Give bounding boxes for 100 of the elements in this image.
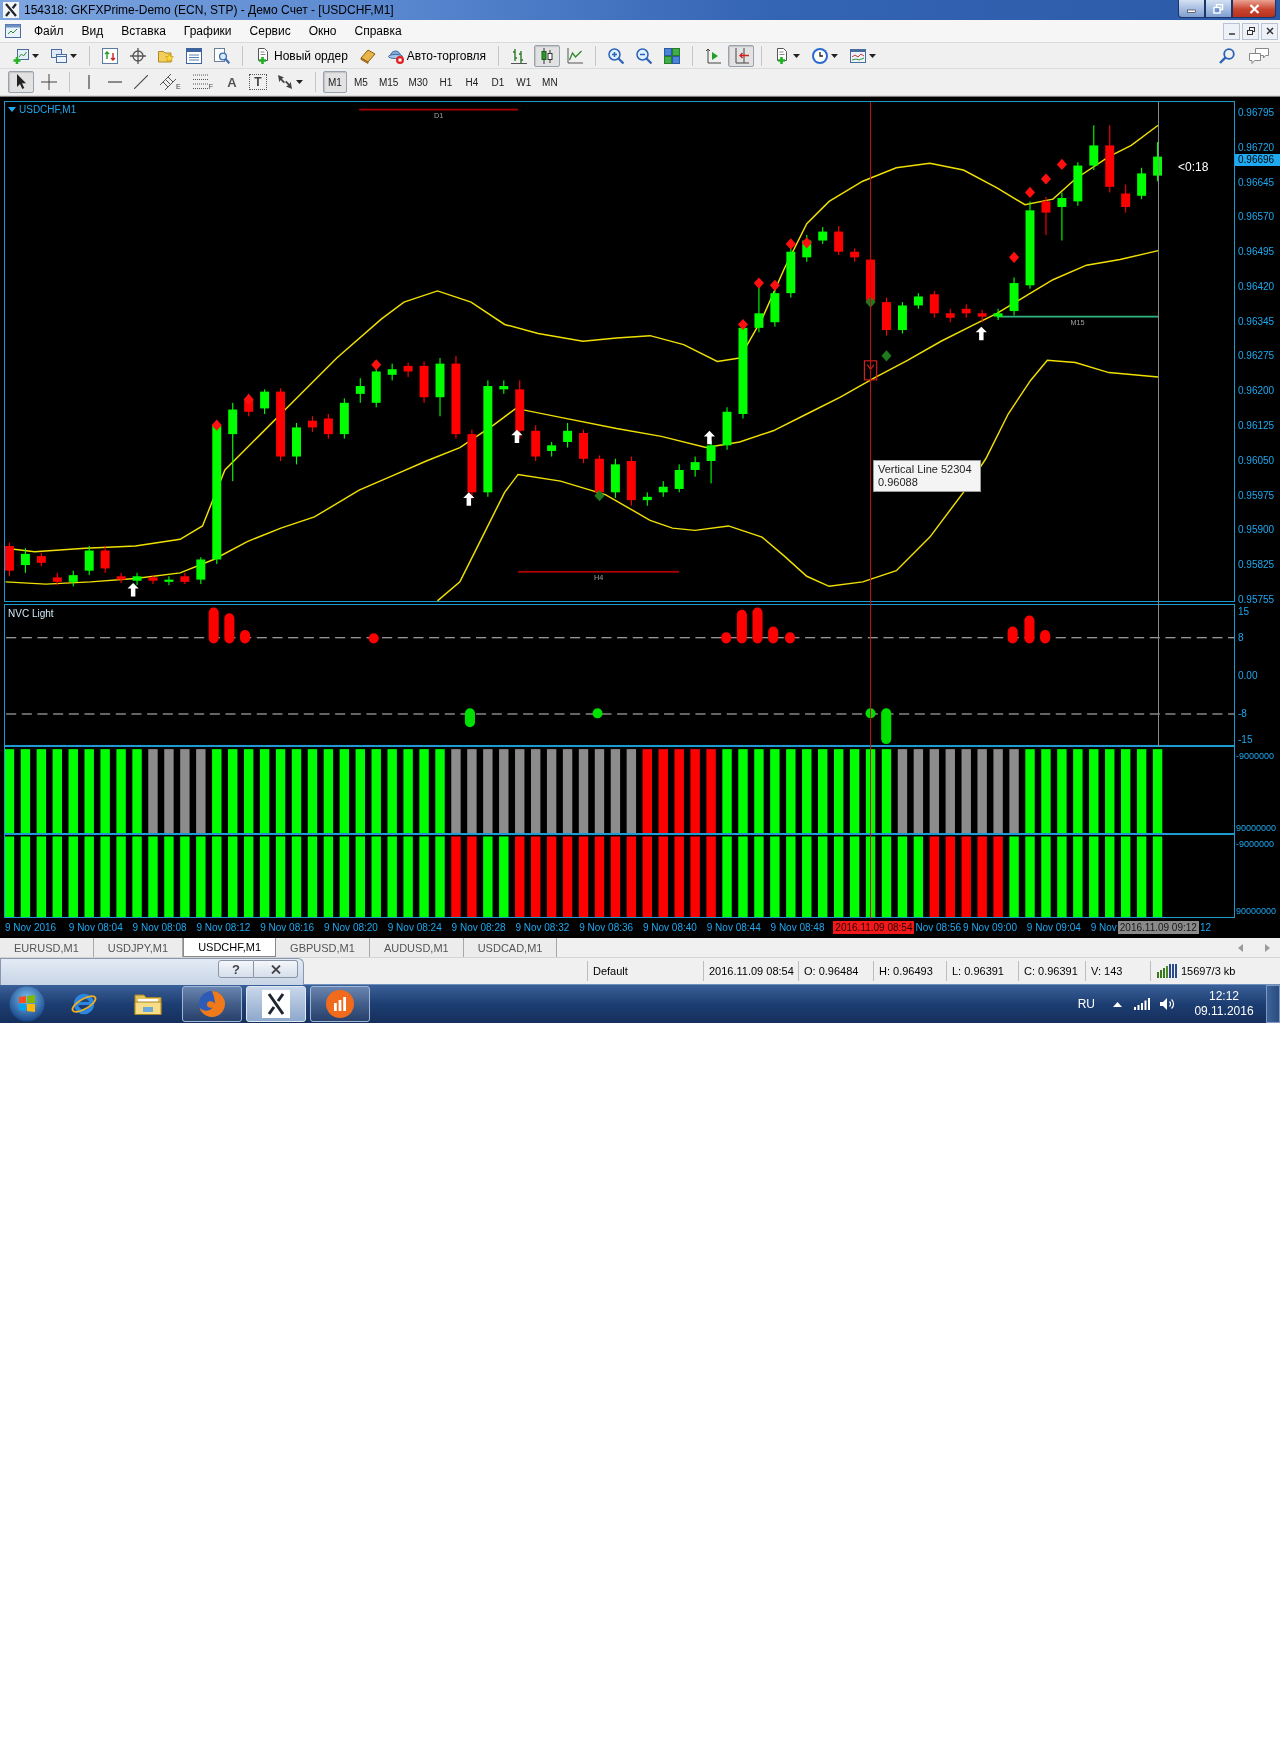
tooltip-title: Vertical Line 52304: [878, 463, 973, 476]
candle: [882, 297, 891, 336]
language-indicator[interactable]: RU: [1077, 997, 1095, 1011]
label-tool-button[interactable]: T: [245, 71, 270, 93]
candle: [674, 464, 684, 493]
axis-shift-icon: [733, 47, 750, 64]
text-tool-button[interactable]: A: [219, 71, 244, 93]
menu-item[interactable]: Вид: [72, 22, 113, 40]
candle: [132, 572, 142, 586]
up-arrow-icon: [463, 492, 475, 506]
chart-tab[interactable]: AUDUSD,M1: [369, 938, 464, 957]
traffic-label: 15697/3 kb: [1181, 964, 1236, 979]
histogram-axis-label: 90000000: [1236, 905, 1277, 917]
diamond-marker-icon: [1009, 251, 1020, 263]
chart-tab[interactable]: USDJPY,M1: [93, 938, 184, 957]
timeframe-button[interactable]: W1: [511, 71, 536, 93]
candle: [164, 576, 174, 586]
ohlc-bars-icon: [511, 47, 528, 64]
status-field: L: 0.96391: [946, 961, 1018, 981]
time-label: 9 Nov: [1089, 920, 1118, 934]
help-button[interactable]: ?: [218, 960, 254, 978]
cross-logo-icon: [262, 990, 290, 1018]
speaker-icon[interactable]: [1160, 998, 1176, 1010]
close-button[interactable]: [254, 960, 298, 978]
document-plus-icon: [255, 47, 271, 64]
axis-play-icon: [705, 47, 722, 64]
taskbar-button[interactable]: [310, 986, 370, 1022]
close-icon: [270, 964, 281, 974]
timeframe-button[interactable]: H1: [433, 71, 458, 93]
time-label: 12: [1198, 920, 1212, 934]
diamond-marker-icon: [243, 393, 254, 406]
order-marker-icon: [863, 360, 878, 381]
signal-bar: [464, 708, 475, 728]
signal-bar: [592, 708, 603, 719]
new-order-button[interactable]: Новый ордер: [250, 44, 353, 67]
candle: [52, 572, 62, 586]
globe-icon: [198, 990, 226, 1018]
signal-bar: [1007, 626, 1018, 644]
cursor-tool-button[interactable]: [8, 71, 34, 93]
menu-item[interactable]: Графики: [174, 22, 241, 40]
document-chart-icon: [5, 23, 21, 39]
up-caret-icon[interactable]: [1113, 1001, 1122, 1007]
diamond-marker-icon: [737, 318, 748, 331]
signal-bar: [768, 626, 779, 644]
menu-item[interactable]: Вставка: [112, 22, 175, 40]
signal-bars-icon[interactable]: [1134, 998, 1150, 1010]
timeframe-button[interactable]: M1: [322, 71, 347, 93]
candle: [563, 422, 573, 448]
candle: [1009, 277, 1019, 316]
price-label: 0.96795: [1238, 107, 1275, 119]
chart-tab[interactable]: EURUSD,M1: [0, 938, 94, 957]
chart-tab[interactable]: GBPUSD,M1: [276, 938, 370, 957]
candle: [419, 361, 429, 403]
candle: [116, 572, 126, 583]
time-label: 9 Nov 08:08: [131, 920, 188, 934]
signal-bar: [736, 609, 747, 644]
windows-stack-icon: [51, 47, 67, 64]
menu-item[interactable]: Окно: [299, 22, 346, 40]
menu-item[interactable]: Сервис: [240, 22, 300, 40]
chart-shift-button[interactable]: [728, 44, 755, 67]
price-label: 0.96720: [1238, 141, 1275, 154]
status-field: 2016.11.09 08:54: [703, 961, 798, 981]
time-label: 9 Nov 08:04: [67, 920, 124, 934]
candle: [180, 572, 190, 585]
diamond-marker-icon: [594, 490, 605, 502]
search-icon: [1219, 47, 1235, 64]
candlestick-chart-button[interactable]: [534, 44, 561, 67]
status-field: C: 0.96391: [1018, 961, 1085, 981]
caret-icon: [32, 53, 39, 58]
caret-icon: [869, 53, 877, 58]
menu-item[interactable]: Справка: [345, 22, 411, 40]
signal-bar: [881, 708, 892, 745]
line-chart-icon: [567, 47, 584, 64]
indicator-axis-label: -15: [1238, 734, 1253, 746]
timeframe-button[interactable]: M15: [374, 71, 403, 93]
caret-icon: [793, 53, 801, 58]
timeframe-button[interactable]: MN: [537, 71, 562, 93]
show-desktop-button[interactable]: [1266, 985, 1280, 1023]
candle: [1041, 196, 1051, 235]
timeframe-button[interactable]: D1: [485, 71, 510, 93]
clock-time[interactable]: 12:12: [1209, 989, 1239, 1004]
signal-bar: [784, 632, 795, 644]
chart-tab[interactable]: USDCAD,M1: [463, 938, 558, 957]
auto-trading-button[interactable]: Авто-торговля: [382, 44, 492, 67]
timeframe-button[interactable]: H4: [459, 71, 484, 93]
clock-date[interactable]: 09.11.2016: [1194, 1004, 1254, 1019]
signal-bar: [752, 607, 763, 644]
candle: [897, 302, 907, 334]
close-button[interactable]: [1232, 0, 1276, 18]
restore-button[interactable]: [1205, 0, 1232, 18]
time-label: 9 Nov 08:16: [259, 920, 316, 934]
signal-bar: [1040, 629, 1051, 644]
timeframe-button[interactable]: M30: [404, 71, 432, 93]
candle: [531, 425, 541, 461]
timeframe-button[interactable]: M5: [348, 71, 373, 93]
candle: [579, 429, 588, 464]
chart-tab[interactable]: USDCHF,M1: [183, 938, 277, 957]
chart-window-icon: [850, 47, 867, 64]
menu-item[interactable]: Файл: [25, 22, 73, 40]
minimize-button[interactable]: [1178, 0, 1205, 18]
